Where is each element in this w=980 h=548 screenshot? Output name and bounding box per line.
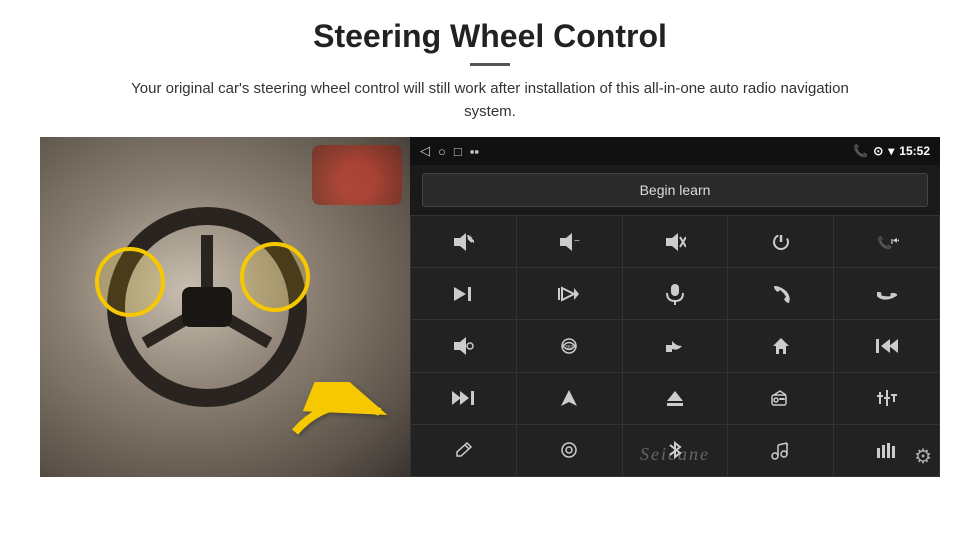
hang-up-button[interactable]	[834, 268, 939, 319]
location-icon: ⊙	[873, 144, 883, 158]
bluetooth-button[interactable]	[623, 425, 728, 476]
content-row: ◁ ○ □ ▪▪ 📞 ⊙ ▾ 15:52 Begin learn	[40, 137, 940, 477]
back-button[interactable]	[623, 320, 728, 371]
square-icon[interactable]: □	[454, 144, 462, 159]
page-container: Steering Wheel Control Your original car…	[0, 0, 980, 548]
highlight-left-buttons	[95, 247, 165, 317]
highlight-right-buttons	[240, 242, 310, 312]
equalizer-button[interactable]	[834, 373, 939, 424]
svg-text:📞: 📞	[877, 235, 892, 250]
eject-button[interactable]	[623, 373, 728, 424]
vol-up-button[interactable]: +	[411, 216, 516, 267]
time-display: 15:52	[899, 144, 930, 158]
pen-button[interactable]	[411, 425, 516, 476]
phone-icon: 📞	[853, 144, 868, 158]
status-bar-right: 📞 ⊙ ▾ 15:52	[853, 144, 930, 158]
next-button[interactable]	[411, 268, 516, 319]
svg-text:⏮: ⏮	[891, 234, 899, 248]
dashboard-gauges	[312, 145, 402, 205]
circle-icon[interactable]: ○	[438, 144, 446, 159]
svg-text:*: *	[786, 444, 789, 450]
begin-learn-button[interactable]: Begin learn	[422, 173, 928, 207]
page-title: Steering Wheel Control	[313, 18, 667, 55]
radio-ui: ◁ ○ □ ▪▪ 📞 ⊙ ▾ 15:52 Begin learn	[410, 137, 940, 477]
music-eq-button[interactable]: *	[728, 425, 833, 476]
title-divider	[470, 63, 510, 66]
gear-button[interactable]: ⚙	[914, 444, 932, 469]
circle-gear-button[interactable]	[517, 425, 622, 476]
arrow-indicator	[290, 382, 390, 447]
mic-button[interactable]	[623, 268, 728, 319]
radio-button[interactable]	[728, 373, 833, 424]
mute-button[interactable]	[623, 216, 728, 267]
wifi-icon: ▾	[888, 144, 894, 158]
pause-next-button[interactable]	[517, 268, 622, 319]
prev-prev-button[interactable]	[834, 320, 939, 371]
navigate-button[interactable]	[517, 373, 622, 424]
home-button[interactable]	[728, 320, 833, 371]
power-button[interactable]	[728, 216, 833, 267]
cam-360-button[interactable]: 360°	[517, 320, 622, 371]
button-grid: + − 📞⏮ 360°	[410, 215, 940, 477]
phone-button[interactable]	[728, 268, 833, 319]
steering-wheel-image	[40, 137, 410, 477]
status-bar-left: ◁ ○ □ ▪▪	[420, 143, 479, 159]
radio-wrapper: + − 📞⏮ 360°	[410, 215, 940, 477]
svg-text:+: +	[468, 233, 473, 242]
speaker-button[interactable]	[411, 320, 516, 371]
back-icon[interactable]: ◁	[420, 143, 430, 159]
svg-text:−: −	[574, 236, 580, 247]
status-bar: ◁ ○ □ ▪▪ 📞 ⊙ ▾ 15:52	[410, 137, 940, 165]
sw-center	[182, 287, 232, 327]
subtitle: Your original car's steering wheel contr…	[115, 78, 865, 123]
sim-icon: ▪▪	[470, 144, 479, 159]
phone-prev-button[interactable]: 📞⏮	[834, 216, 939, 267]
next-next-button[interactable]	[411, 373, 516, 424]
begin-learn-row: Begin learn	[410, 165, 940, 215]
svg-text:360°: 360°	[565, 345, 575, 351]
vol-down-button[interactable]: −	[517, 216, 622, 267]
